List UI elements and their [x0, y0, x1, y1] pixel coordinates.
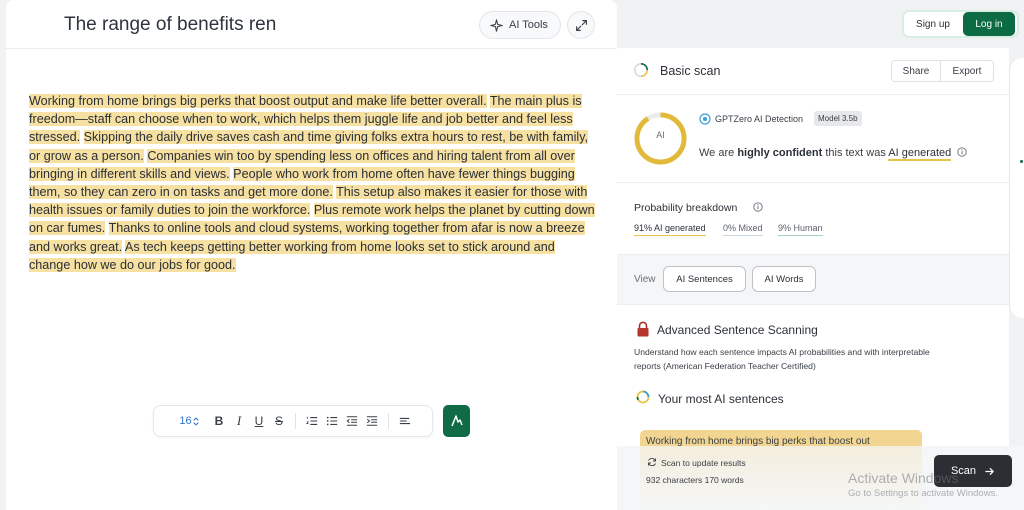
watermark-subtitle: Go to Settings to activate Windows. — [848, 488, 998, 499]
scan-header: Basic scan Share Export — [617, 48, 1009, 95]
character-word-count: 932 characters 170 words — [646, 475, 744, 485]
sign-up-button[interactable]: Sign up — [905, 13, 961, 35]
probability-title: Probability breakdown — [634, 202, 738, 214]
gptzero-logo-icon — [450, 415, 463, 427]
ai-tools-button[interactable]: AI Tools — [479, 11, 561, 39]
rescan-hint: Scan to update results — [661, 458, 746, 468]
ai-ring-small-icon — [636, 390, 650, 404]
verdict-prefix: We are — [699, 147, 738, 159]
info-icon[interactable] — [957, 147, 968, 157]
scan-status-icon — [634, 63, 648, 77]
italic-button[interactable]: I — [229, 411, 249, 431]
sparkle-icon — [490, 18, 503, 32]
gptzero-detector-icon — [699, 113, 711, 125]
watermark-title: Activate Windows — [848, 470, 959, 486]
result-section: AI GPTZero AI Detection Model 3.5b We ar… — [617, 95, 1009, 183]
scan-panel: Basic scan Share Export AI GPTZero AI De… — [617, 48, 1009, 510]
bullet-list-button[interactable] — [322, 411, 342, 431]
verdict-confidence: highly confident — [737, 147, 823, 159]
ordered-list-button[interactable] — [302, 411, 322, 431]
view-toggle-row: View AI Sentences AI Words — [617, 255, 1009, 305]
refresh-icon — [648, 457, 656, 467]
probability-ai[interactable]: 91% AI generated — [634, 223, 706, 236]
ai-ring-label: AI — [656, 130, 665, 140]
most-ai-sentences-title: Your most AI sentences — [658, 392, 784, 406]
view-label: View — [634, 274, 656, 285]
ai-sentences-button[interactable]: AI Sentences — [663, 266, 746, 292]
share-button[interactable]: Share — [891, 60, 941, 82]
probability-breakdown: Probability breakdown 91% AI generated 0… — [617, 183, 1009, 255]
ordered-list-icon — [306, 416, 318, 425]
info-icon[interactable] — [753, 202, 763, 212]
strikethrough-button[interactable]: S — [269, 411, 289, 431]
log-in-button[interactable]: Log in — [963, 12, 1015, 36]
toolbar-separator — [388, 413, 389, 429]
probability-mixed[interactable]: 0% Mixed — [723, 223, 763, 236]
underline-button[interactable]: U — [249, 411, 269, 431]
expand-icon — [575, 19, 587, 31]
verdict-mid: this text was — [822, 147, 889, 159]
advanced-scanning-title: Advanced Sentence Scanning — [657, 323, 818, 337]
model-badge: Model 3.5b — [814, 111, 862, 126]
gptzero-scan-shortcut[interactable] — [443, 405, 470, 437]
windows-activation-watermark: Activate Windows Go to Settings to activ… — [848, 470, 998, 499]
export-button[interactable]: Export — [940, 60, 994, 82]
verdict-result: AI generated — [888, 147, 952, 161]
advanced-scanning-description: Understand how each sentence impacts AI … — [634, 347, 930, 371]
detector-name: GPTZero AI Detection — [715, 114, 804, 124]
outdent-icon — [346, 416, 358, 426]
status-dot — [1020, 160, 1023, 163]
align-left-icon — [399, 417, 411, 425]
font-size-value: 16 — [179, 415, 192, 427]
editor-panel: The range of benefits ren AI Tools Worki… — [6, 0, 617, 510]
outdent-button[interactable] — [342, 411, 362, 431]
indent-button[interactable] — [362, 411, 382, 431]
divider — [6, 48, 617, 49]
ai-tools-label: AI Tools — [509, 19, 548, 31]
stepper-icon — [193, 416, 199, 426]
lock-icon — [637, 321, 649, 337]
align-left-button[interactable] — [395, 411, 415, 431]
font-size-select[interactable]: 16 — [176, 411, 202, 431]
scan-title: Basic scan — [660, 64, 721, 78]
bold-button[interactable]: B — [209, 411, 229, 431]
document-body[interactable]: Working from home brings big perks that … — [29, 92, 599, 274]
probability-human[interactable]: 9% Human — [778, 223, 823, 236]
expand-button[interactable] — [567, 11, 595, 39]
format-toolbar: 16 B I U S — [153, 405, 433, 437]
toolbar-separator — [295, 413, 296, 429]
bullet-list-icon — [326, 416, 338, 426]
side-drawer-edge[interactable] — [1009, 58, 1024, 318]
ai-words-button[interactable]: AI Words — [752, 266, 816, 292]
verdict-text: We are highly confident this text was AI… — [699, 147, 968, 161]
highlighted-sentence[interactable]: Working from home brings big perks that … — [29, 94, 487, 108]
document-title[interactable]: The range of benefits ren — [64, 14, 286, 36]
indent-icon — [366, 416, 378, 426]
